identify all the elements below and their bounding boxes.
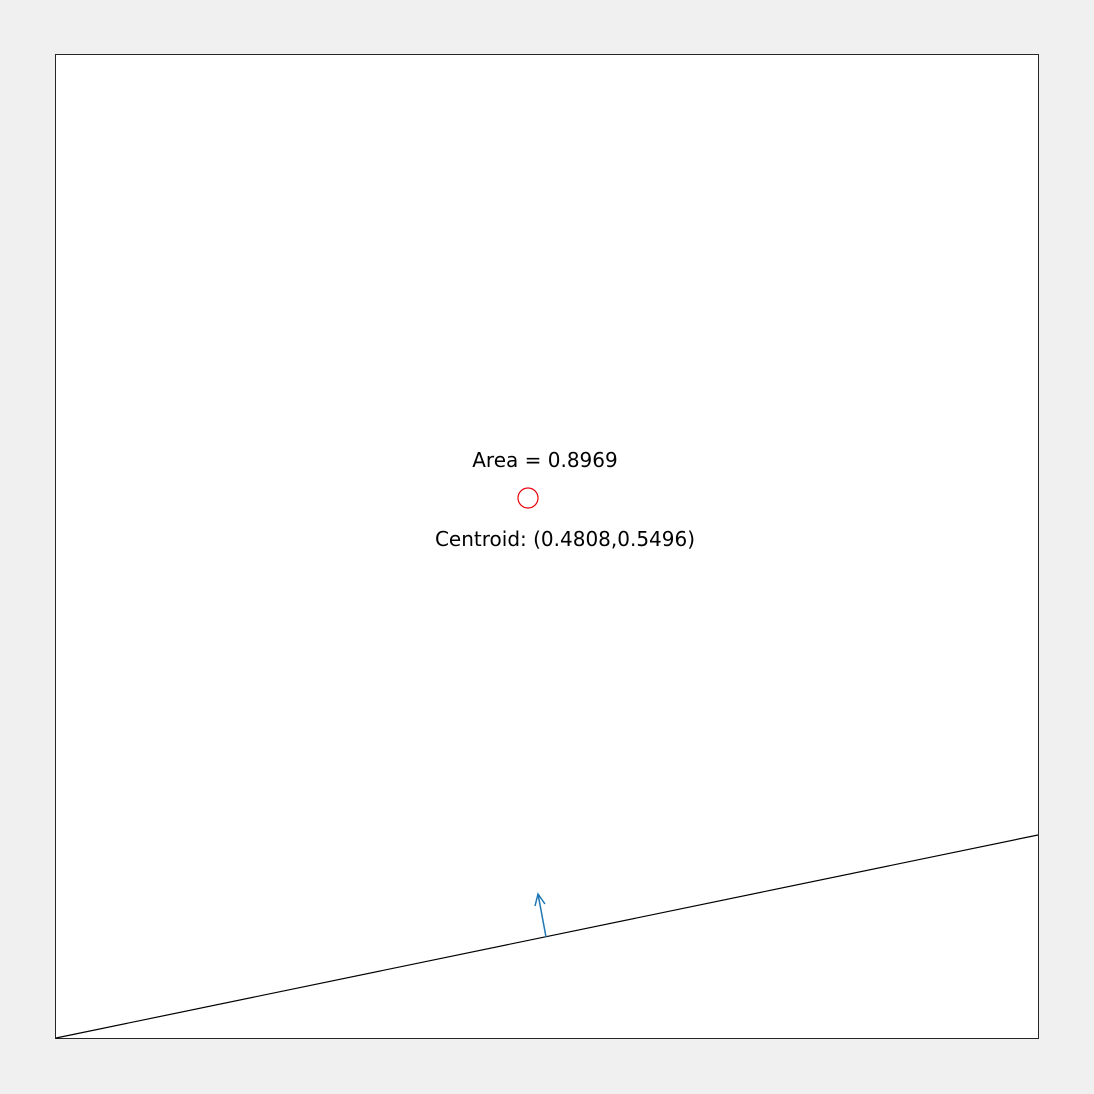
area-label: Area = 0.8969 — [472, 448, 617, 472]
centroid-label: Centroid: (0.4808,0.5496) — [435, 527, 695, 551]
figure-canvas: Area = 0.8969 Centroid: (0.4808,0.5496) — [0, 0, 1094, 1094]
